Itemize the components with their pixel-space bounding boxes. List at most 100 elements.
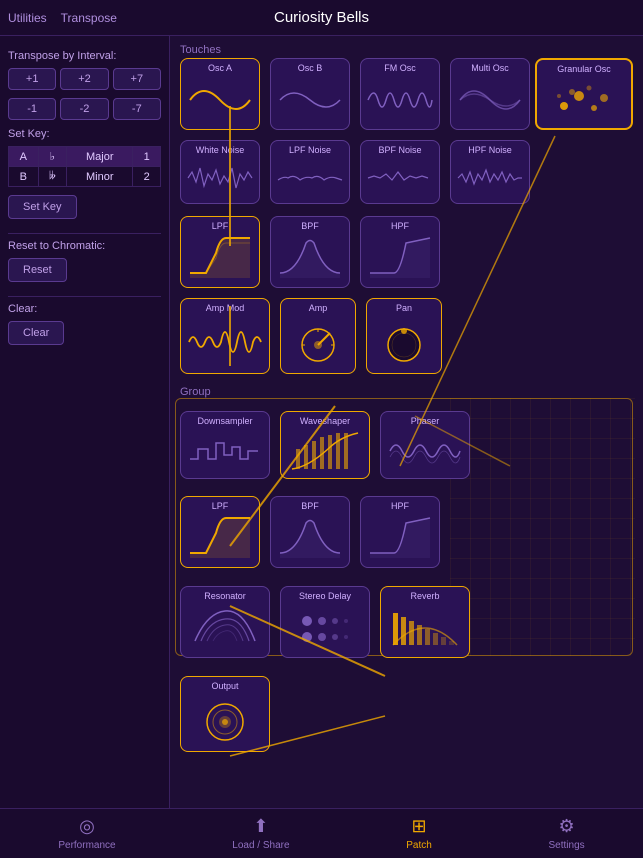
hpf2-label: HPF	[391, 501, 409, 511]
node-lpf-noise[interactable]: LPF Noise	[270, 140, 350, 204]
canvas-area: Touches Osc A Osc B FM Osc	[170, 36, 643, 808]
performance-icon: ◎	[79, 816, 95, 837]
lpf-noise-visual	[275, 157, 345, 199]
multi-osc-visual	[455, 75, 525, 125]
clear-button[interactable]: Clear	[8, 321, 64, 345]
node-hpf2[interactable]: HPF	[360, 496, 440, 568]
app-header: Utilities Transpose Curiosity Bells	[0, 0, 643, 36]
node-waveshaper[interactable]: Waveshaper	[280, 411, 370, 479]
node-osc-b[interactable]: Osc B	[270, 58, 350, 130]
node-pan[interactable]: Pan	[366, 298, 442, 374]
bpf-noise-label: BPF Noise	[378, 145, 421, 155]
tab-performance[interactable]: ◎ Performance	[58, 816, 115, 851]
reverb-label: Reverb	[410, 591, 439, 601]
key-note-a: A	[9, 147, 39, 167]
node-hpf1[interactable]: HPF	[360, 216, 440, 288]
nav-links[interactable]: Utilities Transpose	[8, 11, 117, 25]
lpf-noise-label: LPF Noise	[289, 145, 331, 155]
tab-settings-label: Settings	[549, 840, 585, 851]
node-multi-osc[interactable]: Multi Osc	[450, 58, 530, 130]
key-flat-b: 𝄫	[38, 167, 66, 187]
key-row-b[interactable]: B 𝄫 Minor 2	[9, 167, 161, 187]
downsampler-label: Downsampler	[197, 416, 252, 426]
node-bpf1[interactable]: BPF	[270, 216, 350, 288]
bpf1-visual	[275, 233, 345, 283]
key-row-a[interactable]: A ♭ Major 1	[9, 147, 161, 167]
lpf2-visual	[185, 513, 255, 563]
waveshaper-visual	[285, 428, 365, 474]
interval-plus2[interactable]: +2	[60, 68, 108, 90]
tab-patch-label: Patch	[406, 840, 432, 851]
reset-label: Reset to Chromatic:	[8, 240, 161, 252]
node-hpf-noise[interactable]: HPF Noise	[450, 140, 530, 204]
tab-load-share[interactable]: ⬆ Load / Share	[232, 816, 289, 851]
tab-settings[interactable]: ⚙ Settings	[549, 816, 585, 851]
osc-a-visual	[185, 75, 255, 125]
tab-performance-label: Performance	[58, 840, 115, 851]
node-amp[interactable]: Amp	[280, 298, 356, 374]
interval-positive-buttons: +1 +2 +7	[8, 68, 161, 90]
node-output[interactable]: Output	[180, 676, 270, 752]
interval-plus1[interactable]: +1	[8, 68, 56, 90]
amp-mod-visual	[185, 315, 265, 369]
interval-minus1[interactable]: -1	[8, 98, 56, 120]
white-noise-label: White Noise	[196, 145, 245, 155]
set-key-label: Set Key:	[8, 128, 161, 140]
fm-osc-visual	[365, 75, 435, 125]
node-fm-osc[interactable]: FM Osc	[360, 58, 440, 130]
amp-visual	[285, 315, 351, 369]
nav-transpose[interactable]: Transpose	[61, 11, 117, 25]
node-amp-mod[interactable]: Amp Mod	[180, 298, 270, 374]
downsampler-visual	[185, 428, 265, 474]
lpf2-label: LPF	[212, 501, 229, 511]
tab-patch[interactable]: ⊞ Patch	[406, 816, 432, 851]
key-num-b: 2	[133, 167, 161, 187]
phaser-label: Phaser	[411, 416, 440, 426]
waveshaper-label: Waveshaper	[300, 416, 350, 426]
osc-b-label: Osc B	[298, 63, 323, 73]
key-num-a: 1	[133, 147, 161, 167]
node-white-noise[interactable]: White Noise	[180, 140, 260, 204]
interval-minus7[interactable]: -7	[113, 98, 161, 120]
amp-mod-label: Amp Mod	[206, 303, 245, 313]
multi-osc-label: Multi Osc	[471, 63, 509, 73]
output-label: Output	[211, 681, 238, 691]
hpf-noise-label: HPF Noise	[468, 145, 512, 155]
node-resonator[interactable]: Resonator	[180, 586, 270, 658]
set-key-button[interactable]: Set Key	[8, 195, 77, 219]
lpf1-visual	[185, 233, 255, 283]
key-flat-a: ♭	[38, 147, 66, 167]
reverb-visual	[385, 603, 465, 653]
node-downsampler[interactable]: Downsampler	[180, 411, 270, 479]
output-visual	[185, 693, 265, 747]
interval-minus2[interactable]: -2	[60, 98, 108, 120]
bpf2-visual	[275, 513, 345, 563]
stereo-delay-label: Stereo Delay	[299, 591, 351, 601]
resonator-label: Resonator	[204, 591, 246, 601]
key-note-b: B	[9, 167, 39, 187]
nav-utilities[interactable]: Utilities	[8, 11, 47, 25]
key-scale-a: Major	[67, 147, 133, 167]
pan-label: Pan	[396, 303, 412, 313]
node-lpf1[interactable]: LPF	[180, 216, 260, 288]
node-bpf2[interactable]: BPF	[270, 496, 350, 568]
node-reverb[interactable]: Reverb	[380, 586, 470, 658]
node-phaser[interactable]: Phaser	[380, 411, 470, 479]
key-scale-b: Minor	[67, 167, 133, 187]
touches-label: Touches	[180, 44, 221, 56]
fm-osc-label: FM Osc	[384, 63, 416, 73]
app-title: Curiosity Bells	[274, 9, 369, 26]
reset-button[interactable]: Reset	[8, 258, 67, 282]
key-table: A ♭ Major 1 B 𝄫 Minor 2	[8, 146, 161, 187]
interval-plus7[interactable]: +7	[113, 68, 161, 90]
node-stereo-delay[interactable]: Stereo Delay	[280, 586, 370, 658]
node-granular-osc[interactable]: Granular Osc	[535, 58, 633, 130]
node-bpf-noise[interactable]: BPF Noise	[360, 140, 440, 204]
osc-b-visual	[275, 75, 345, 125]
hpf1-visual	[365, 233, 435, 283]
osc-a-label: Osc A	[208, 63, 232, 73]
settings-icon: ⚙	[559, 816, 575, 837]
node-lpf2[interactable]: LPF	[180, 496, 260, 568]
group-label: Group	[180, 386, 211, 398]
node-osc-a[interactable]: Osc A	[180, 58, 260, 130]
